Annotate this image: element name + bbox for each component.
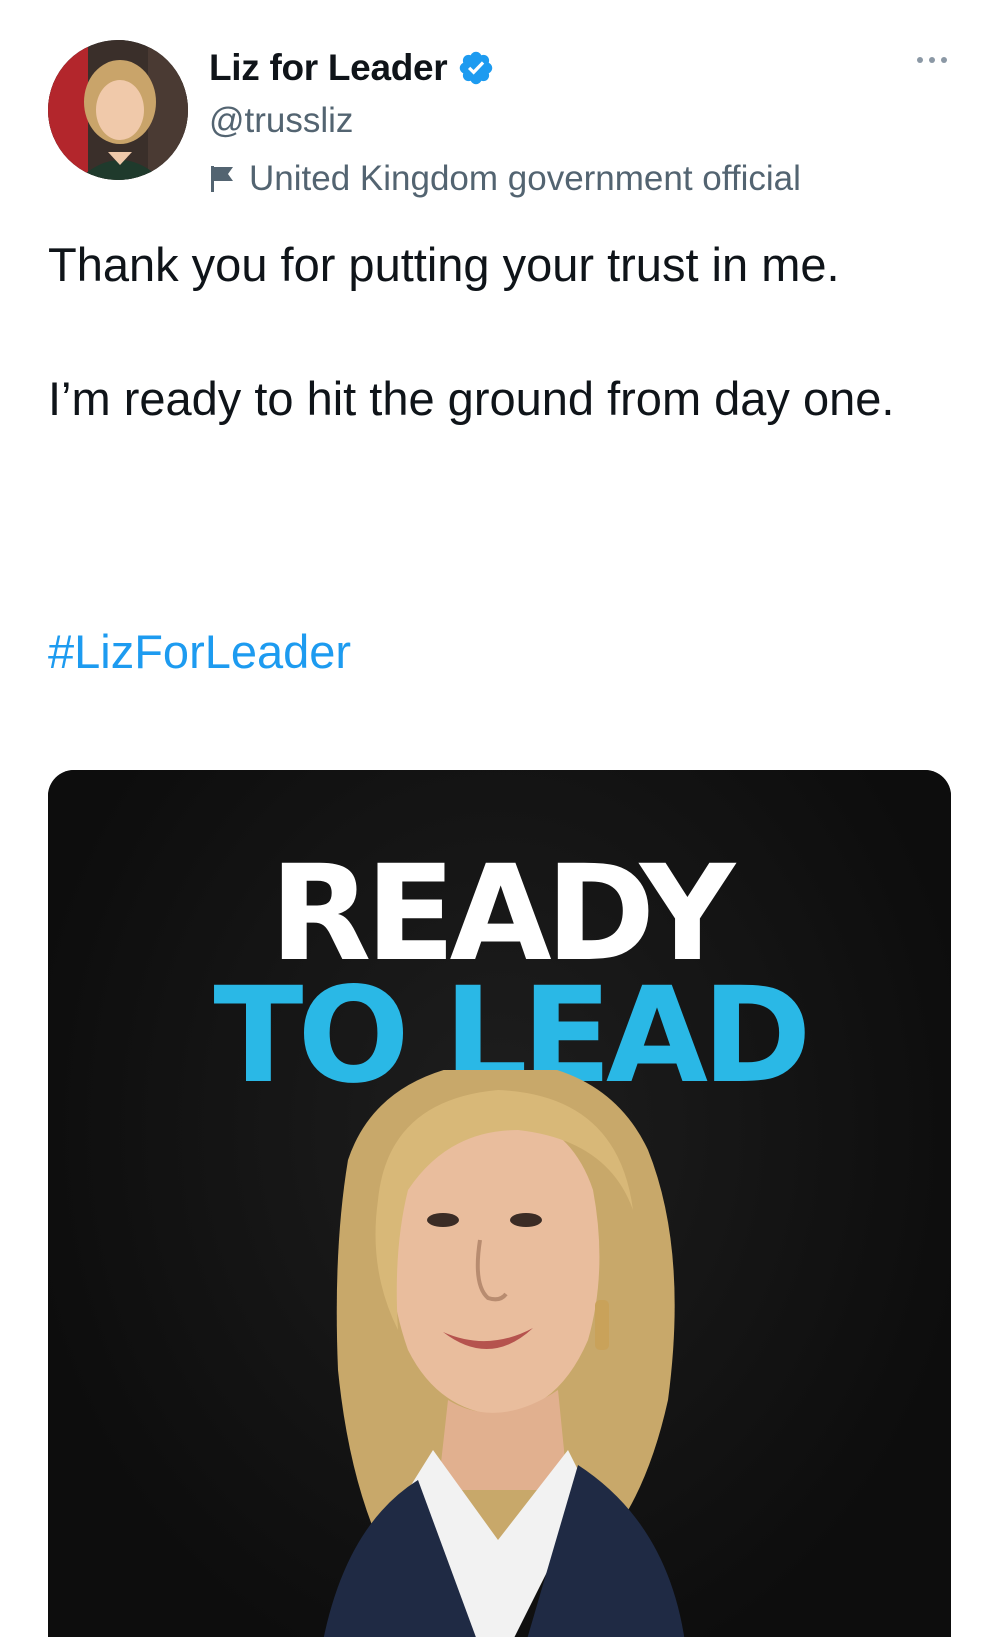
tweet-header: Liz for Leader @trussliz United Kingdom: [48, 40, 952, 198]
tweet-card: Liz for Leader @trussliz United Kingdom: [0, 0, 1000, 1637]
display-name[interactable]: Liz for Leader: [209, 47, 448, 89]
tweet-media[interactable]: READY TO LEAD: [48, 770, 951, 1637]
tweet-paragraph-1: Thank you for putting your trust in me.: [48, 238, 840, 291]
affiliation-label-row: United Kingdom government official: [209, 154, 801, 204]
avatar-image: [48, 40, 188, 180]
author-handle[interactable]: @trussliz: [209, 96, 801, 146]
hashtag-link[interactable]: #LizForLeader: [48, 615, 351, 689]
avatar[interactable]: [48, 40, 188, 180]
more-options-icon[interactable]: [912, 50, 952, 70]
flag-icon: [209, 164, 237, 194]
tweet-text: Thank you for putting your trust in me. …: [48, 228, 928, 436]
display-name-row: Liz for Leader: [209, 40, 801, 96]
affiliation-label: United Kingdom government official: [249, 159, 801, 198]
tweet-paragraph-2: I’m ready to hit the ground from day one…: [48, 372, 895, 425]
author-identity: Liz for Leader @trussliz United Kingdom: [209, 40, 801, 204]
verified-badge-icon: [457, 49, 495, 87]
media-portrait: [323, 1070, 685, 1637]
